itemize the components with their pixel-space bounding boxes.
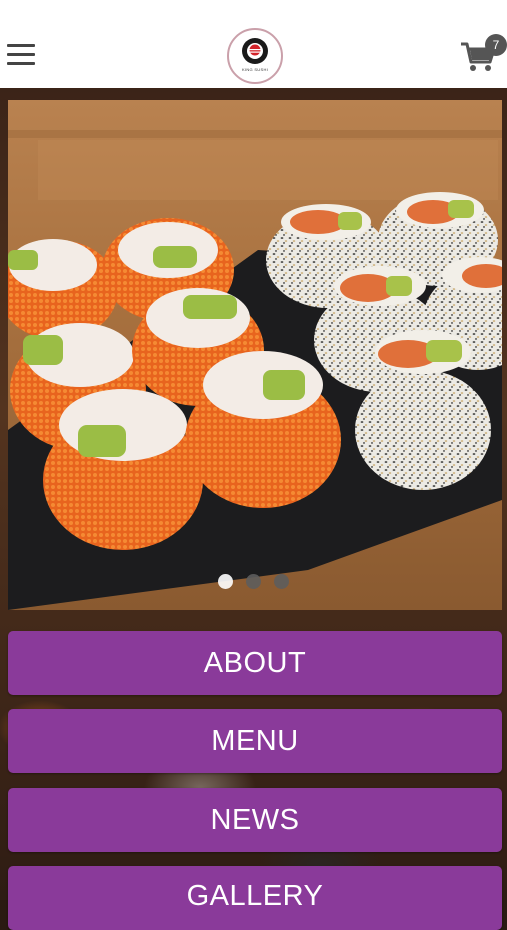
logo-text: KING SUSHI [241,67,269,72]
menu-icon[interactable] [7,44,35,66]
brand-logo[interactable]: KING SUSHI [227,28,283,84]
news-button[interactable]: NEWS [8,788,502,852]
slider-dot-1[interactable] [218,574,233,589]
sushi-photo [8,100,502,610]
app-header: KING SUSHI 7 [0,0,507,88]
slider-dot-3[interactable] [274,574,289,589]
slider-dot-2[interactable] [246,574,261,589]
slider-pagination [0,574,507,592]
menu-button[interactable]: MENU [8,709,502,773]
about-button[interactable]: ABOUT [8,631,502,695]
gallery-button[interactable]: GALLERY [8,866,502,930]
logo-mark [242,38,268,64]
hero-slider-image[interactable] [8,100,502,610]
cart-count-badge: 7 [485,34,507,56]
